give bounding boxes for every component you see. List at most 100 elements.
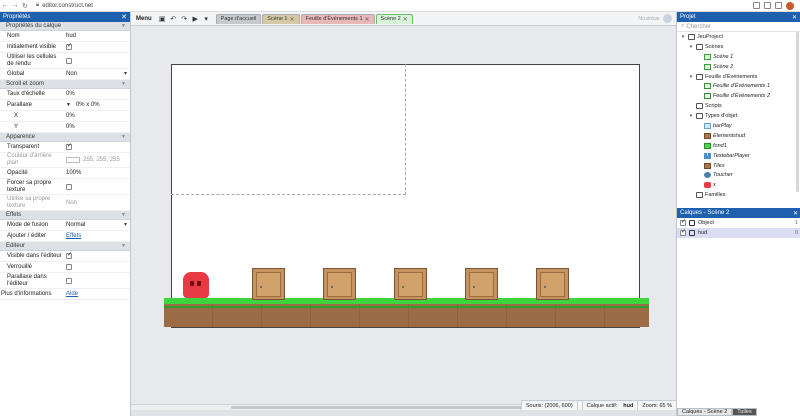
- opacity-input[interactable]: 100%: [64, 168, 130, 178]
- play-icon[interactable]: ▶: [190, 14, 201, 24]
- expand-arrow-icon[interactable]: ▾: [680, 34, 686, 40]
- menu-button[interactable]: Menu: [131, 16, 157, 22]
- lock-icon[interactable]: [689, 220, 695, 226]
- active-layer-label: Calque actif:: [581, 400, 622, 410]
- extension-icon[interactable]: [753, 2, 760, 9]
- global-select[interactable]: Non ▾: [64, 69, 130, 79]
- close-icon[interactable]: ✕: [121, 13, 127, 21]
- parallax-input[interactable]: ▼ 0% x 0%: [64, 100, 130, 110]
- tree-item[interactable]: ▾ Feuille d'Événements: [677, 72, 800, 82]
- force-texture-checkbox[interactable]: [66, 183, 72, 190]
- tab-event-sheet-1[interactable]: Feuille d'Événements 1 ✕: [300, 13, 375, 24]
- prop-visible-editor: Visible dans l'éditeur: [0, 251, 130, 262]
- scrollbar-thumb[interactable]: [231, 406, 531, 409]
- layer-visible-checkbox[interactable]: [680, 218, 686, 226]
- search-input[interactable]: Chercher: [686, 24, 711, 30]
- door-sprite[interactable]: [323, 268, 356, 300]
- tab-tiles[interactable]: Tuiles: [732, 408, 757, 416]
- address-bar[interactable]: 🔒︎ editor.construct.net: [36, 1, 93, 10]
- parallax-y-input[interactable]: 0%: [64, 122, 130, 132]
- tree-scrollbar[interactable]: [796, 32, 799, 192]
- collapse-icon[interactable]: ▼: [121, 81, 126, 87]
- expand-arrow-icon[interactable]: ▾: [688, 44, 694, 50]
- expand-arrow-icon[interactable]: ▾: [688, 113, 694, 119]
- section-editor[interactable]: Editeur ▼: [0, 242, 130, 251]
- tree-item[interactable]: ▾ JeuProject: [677, 32, 800, 42]
- section-effects[interactable]: Effets ▼: [0, 211, 130, 220]
- tree-item[interactable]: Feuille d'Événements 1: [677, 81, 800, 91]
- layer-row-object[interactable]: Object 1: [677, 218, 800, 228]
- parallax-x-input[interactable]: 0%: [64, 111, 130, 121]
- expand-arrow-icon[interactable]: ▾: [688, 74, 694, 80]
- tree-item[interactable]: Scène 2: [677, 62, 800, 72]
- effects-link[interactable]: Effets: [66, 233, 81, 239]
- tab-scene-2[interactable]: Scène 2 ✕: [375, 13, 413, 24]
- user-avatar[interactable]: [663, 14, 672, 23]
- tree-item[interactable]: Feuille d'Événements 2: [677, 91, 800, 101]
- profile-avatar[interactable]: [786, 1, 794, 10]
- section-layer-properties[interactable]: Propriétés du calque ▼: [0, 22, 130, 31]
- collapse-icon[interactable]: ▼: [121, 243, 126, 249]
- name-input[interactable]: hud: [64, 31, 130, 41]
- help-link[interactable]: Aide: [66, 291, 78, 297]
- layer-visible-checkbox[interactable]: [680, 228, 686, 236]
- parallax-editor-checkbox[interactable]: [66, 277, 72, 284]
- puzzle-icon[interactable]: [775, 2, 782, 9]
- collapse-icon[interactable]: ▼: [121, 134, 126, 140]
- reload-icon[interactable]: ↻: [20, 1, 30, 11]
- door-sprite[interactable]: [394, 268, 427, 300]
- tree-item[interactable]: x: [677, 180, 800, 190]
- scale-rate-input[interactable]: 0%: [64, 89, 130, 99]
- project-search[interactable]: ⌕ Chercher: [677, 22, 800, 32]
- ground-tiles[interactable]: [164, 298, 649, 327]
- transparent-checkbox[interactable]: [66, 142, 72, 150]
- bg-color-picker[interactable]: 255, 255, 255: [64, 155, 130, 165]
- tree-item[interactable]: ▾ Types d'objet: [677, 111, 800, 121]
- section-scroll-zoom[interactable]: Scroll et zoom ▼: [0, 80, 130, 89]
- tree-item[interactable]: Scène 1: [677, 52, 800, 62]
- close-icon[interactable]: ✕: [793, 210, 798, 217]
- initially-visible-checkbox[interactable]: [66, 42, 72, 50]
- tree-item[interactable]: fond1: [677, 141, 800, 151]
- collapse-icon[interactable]: ▼: [121, 23, 126, 29]
- visible-editor-checkbox[interactable]: [66, 251, 72, 259]
- door-sprite[interactable]: [536, 268, 569, 300]
- prop-value: Non: [66, 71, 78, 77]
- player-sprite[interactable]: [183, 272, 209, 298]
- tab-close-icon[interactable]: ✕: [403, 16, 408, 23]
- tree-item[interactable]: barPlay: [677, 121, 800, 131]
- door-sprite[interactable]: [252, 268, 285, 300]
- tree-item[interactable]: Tiles: [677, 161, 800, 171]
- tree-item[interactable]: Toucher: [677, 170, 800, 180]
- layer-row-hud[interactable]: hud 0: [677, 228, 800, 238]
- blend-mode-select[interactable]: Normal ▾: [64, 220, 130, 230]
- tree-item[interactable]: Familles: [677, 190, 800, 200]
- save-icon[interactable]: ▣: [157, 14, 168, 24]
- door-sprite[interactable]: [465, 268, 498, 300]
- tab-layers[interactable]: Calques - Scène 2: [677, 408, 733, 416]
- back-icon[interactable]: ←: [0, 1, 10, 11]
- user-area[interactable]: Nosinkar: [638, 14, 676, 23]
- undo-icon[interactable]: ↶: [168, 14, 179, 24]
- tab-scene-1[interactable]: Scène 1 ✕: [262, 13, 300, 24]
- color-swatch[interactable]: [66, 157, 80, 163]
- expand-icon[interactable]: ▼: [66, 102, 71, 108]
- lock-icon[interactable]: [689, 230, 695, 236]
- tree-item[interactable]: T TextebarPlayer: [677, 151, 800, 161]
- tree-item[interactable]: Scripts: [677, 101, 800, 111]
- tree-item[interactable]: Elementshud: [677, 131, 800, 141]
- tab-close-icon[interactable]: ✕: [365, 16, 370, 23]
- layout-canvas[interactable]: Souris: (2006, 600) Calque actif: hud Zoo…: [131, 26, 676, 410]
- collapse-icon[interactable]: ▼: [121, 212, 126, 218]
- render-cells-checkbox[interactable]: [66, 57, 72, 64]
- locked-checkbox[interactable]: [66, 264, 72, 270]
- tree-item[interactable]: ▾ Scènes: [677, 42, 800, 52]
- tab-home[interactable]: Page d'accueil: [215, 13, 262, 24]
- tab-close-icon[interactable]: ✕: [289, 16, 294, 23]
- section-appearance[interactable]: Apparence ▼: [0, 133, 130, 142]
- redo-icon[interactable]: ↷: [179, 14, 190, 24]
- bookmark-icon[interactable]: [764, 2, 771, 9]
- close-icon[interactable]: ✕: [792, 14, 797, 21]
- play-menu-icon[interactable]: ▾: [201, 14, 212, 24]
- forward-icon[interactable]: →: [10, 1, 20, 11]
